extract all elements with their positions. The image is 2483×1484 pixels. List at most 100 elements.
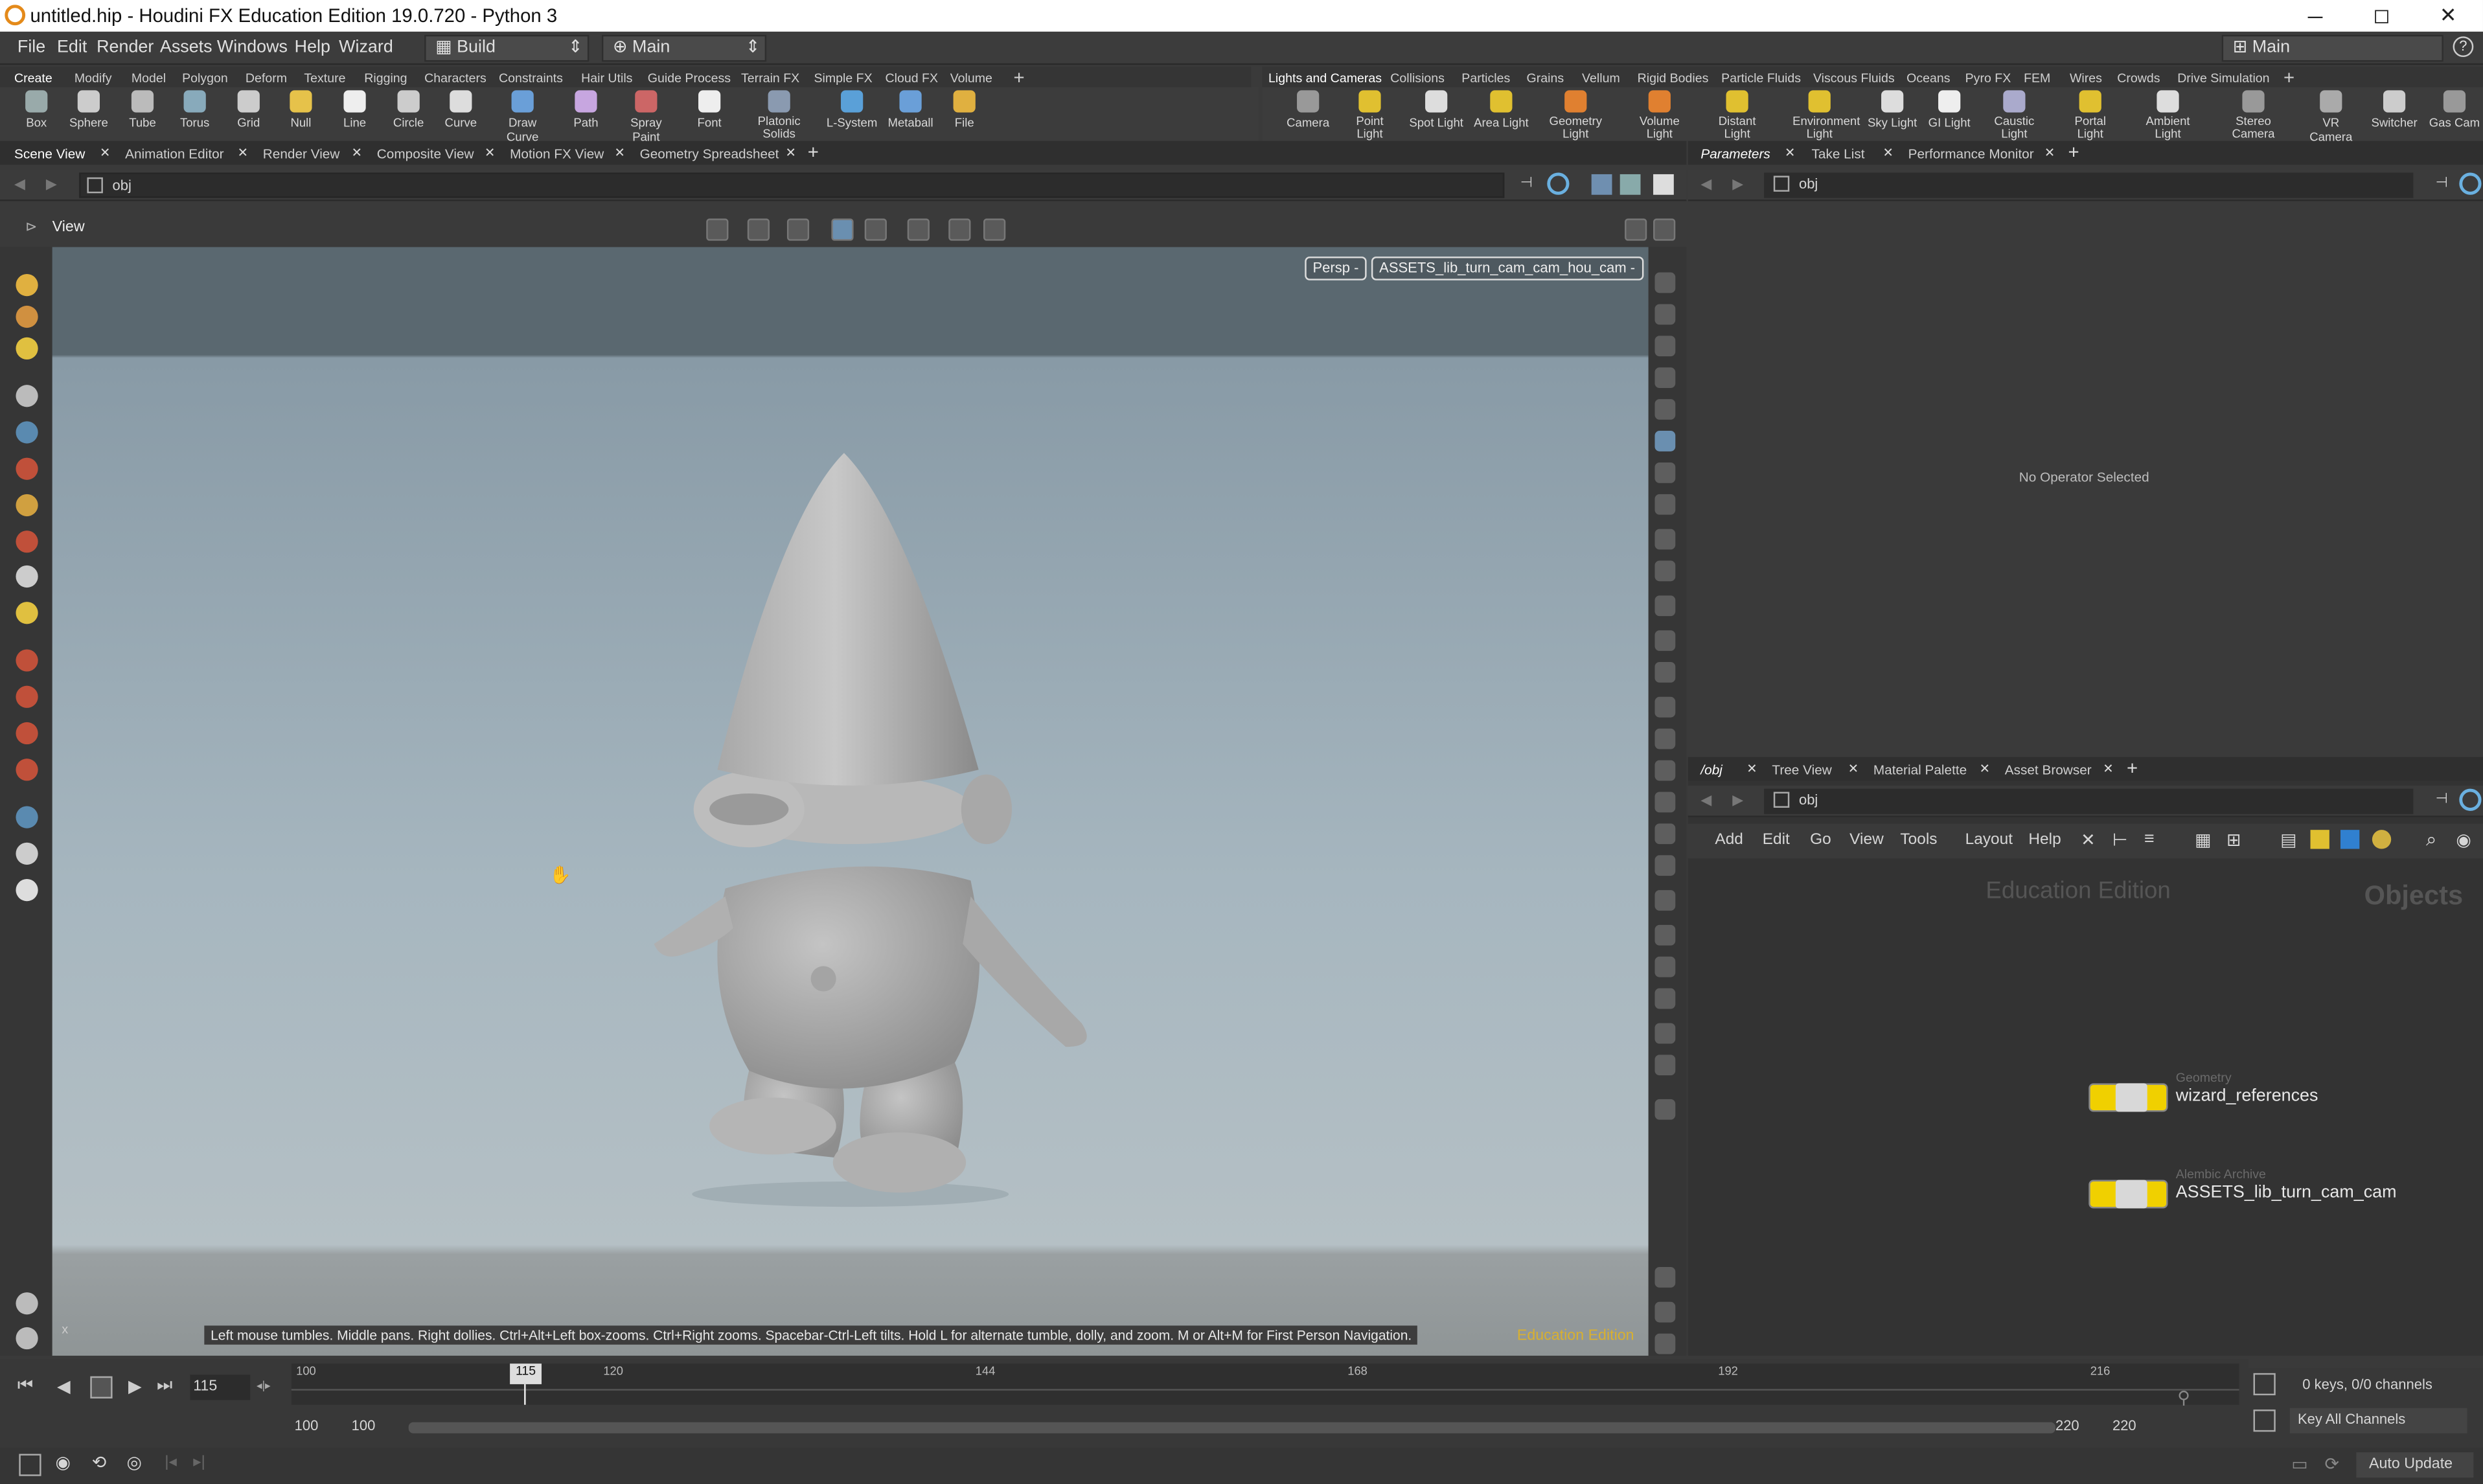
tool-environment-light[interactable]: Environment Light: [1789, 90, 1860, 141]
shelf-tab-fem[interactable]: FEM: [2024, 71, 2050, 86]
tool-caustic-light[interactable]: Caustic Light: [1984, 90, 2044, 141]
menu-tools[interactable]: Tools: [1900, 832, 1937, 849]
tool-line[interactable]: Line: [325, 90, 385, 130]
tab-composite-view[interactable]: Composite View: [377, 146, 474, 161]
forward-arrow-icon[interactable]: ▶: [1732, 792, 1743, 810]
viewport-option-icon[interactable]: [1654, 1055, 1676, 1076]
teapot-icon[interactable]: [16, 878, 38, 902]
camera-icon[interactable]: [864, 218, 887, 241]
tool-vr-camera[interactable]: VR Camera: [2301, 90, 2361, 144]
viewport-option-icon[interactable]: [1654, 956, 1676, 977]
add-tab-icon[interactable]: +: [2068, 141, 2079, 163]
back-arrow-icon[interactable]: ◀: [14, 176, 25, 193]
forward-arrow-icon[interactable]: ▶: [46, 176, 57, 193]
tool-stereo-camera[interactable]: Stereo Camera: [2223, 90, 2283, 141]
tool-platonic-solids[interactable]: Platonic Solids: [749, 90, 809, 141]
tool-tube[interactable]: Tube: [113, 90, 173, 130]
add-tab-icon[interactable]: +: [808, 141, 819, 163]
eye-icon[interactable]: ◉: [2456, 830, 2471, 850]
render-icon[interactable]: [983, 218, 1006, 241]
scene-viewport[interactable]: Persp - ASSETS_lib_turn_cam_cam_hou_cam …: [52, 247, 1649, 1356]
viewport-option-icon[interactable]: [1654, 595, 1676, 617]
tool-gi-light[interactable]: GI Light: [1919, 90, 1980, 130]
tool-null[interactable]: Null: [271, 90, 331, 130]
prev-key-icon[interactable]: |◂: [165, 1454, 177, 1472]
range-slider[interactable]: [408, 1422, 2055, 1433]
viewport-option-icon[interactable]: [1654, 988, 1676, 1009]
auto-update-button[interactable]: Auto Update: [2356, 1452, 2474, 1478]
close-icon[interactable]: ✕: [1883, 146, 1894, 160]
close-icon[interactable]: ✕: [485, 146, 495, 160]
view-label[interactable]: View: [52, 218, 85, 236]
grid-small-icon[interactable]: ⊞: [2226, 830, 2241, 850]
lock-icon[interactable]: [16, 421, 38, 444]
loop-icon[interactable]: ⟲: [92, 1452, 107, 1473]
tool-gas-cam[interactable]: Gas Cam: [2425, 90, 2483, 130]
persp-menu[interactable]: Persp -: [1305, 257, 1367, 280]
tool-sky-light[interactable]: Sky Light: [1862, 90, 1923, 130]
pin-icon[interactable]: ⊣: [2436, 790, 2448, 808]
tool-box[interactable]: Box: [6, 90, 67, 130]
search-icon[interactable]: ⌕: [2426, 828, 2436, 852]
tab-tree-view[interactable]: Tree View: [1772, 762, 1831, 777]
close-icon[interactable]: ✕: [1980, 762, 1990, 776]
tool-torus[interactable]: Torus: [165, 90, 225, 130]
viewport-option-icon[interactable]: [1654, 529, 1676, 550]
key-channels-icon[interactable]: [2253, 1410, 2276, 1432]
back-arrow-icon[interactable]: ◀: [1700, 792, 1711, 810]
shelf-tab-rigid-bodies[interactable]: Rigid Bodies: [1638, 71, 1709, 86]
tool-geometry-light[interactable]: Geometry Light: [1546, 90, 1606, 141]
wrench-icon[interactable]: ✕: [2081, 830, 2096, 850]
tab-scene-view[interactable]: Scene View: [14, 146, 85, 161]
shelf-tab-lights-and-cameras[interactable]: Lights and Cameras: [1268, 71, 1382, 86]
menu-go[interactable]: Go: [1810, 832, 1831, 849]
jump-end-button[interactable]: ⏭: [157, 1376, 172, 1397]
viewport-option-icon[interactable]: [1654, 823, 1676, 845]
shelf-tab-drive-simulation[interactable]: Drive Simulation: [2177, 71, 2269, 86]
step-icon[interactable]: ◂|▸: [257, 1380, 271, 1392]
tool-spot-light[interactable]: Spot Light: [1406, 90, 1467, 130]
tool-curve[interactable]: Curve: [431, 90, 491, 130]
tab-asset-browser[interactable]: Asset Browser: [2005, 762, 2092, 777]
link-icon[interactable]: [1547, 172, 1570, 195]
network-path-field[interactable]: obj: [1764, 788, 2414, 814]
shelf-tab-vellum[interactable]: Vellum: [1582, 71, 1620, 86]
paint-icon[interactable]: [16, 457, 38, 480]
close-icon[interactable]: ✕: [2103, 762, 2113, 776]
range-end2-field[interactable]: 220: [2112, 1417, 2144, 1433]
viewport-option-icon[interactable]: [1654, 1333, 1676, 1354]
select-icon[interactable]: [16, 385, 38, 407]
pose-icon[interactable]: [16, 305, 38, 328]
tab-take-list[interactable]: Take List: [1812, 146, 1865, 161]
tool-draw-curve[interactable]: Draw Curve: [492, 90, 553, 144]
tab-geometry-spreadsheet[interactable]: Geometry Spreadsheet: [640, 146, 779, 161]
tool-distant-light[interactable]: Distant Light: [1707, 90, 1767, 141]
viewport-option-icon[interactable]: [1654, 760, 1676, 781]
close-icon[interactable]: ✕: [1785, 146, 1795, 160]
tool-sphere[interactable]: Sphere: [58, 90, 119, 130]
global-anim-icon[interactable]: ◎: [127, 1452, 142, 1473]
menu-layout[interactable]: Layout: [1965, 832, 2013, 849]
close-icon[interactable]: ✕: [1746, 762, 1757, 776]
range-start2-field[interactable]: 100: [352, 1417, 383, 1433]
viewport-option-icon[interactable]: [1654, 890, 1676, 911]
camera-tool-icon[interactable]: [16, 842, 38, 865]
tool-portal-light[interactable]: Portal Light: [2060, 90, 2120, 141]
snap-icon[interactable]: [786, 218, 810, 241]
rig-icon[interactable]: [16, 565, 38, 588]
close-icon[interactable]: ✕: [238, 146, 248, 160]
shelf-tab-crowds[interactable]: Crowds: [2117, 71, 2160, 86]
flag-icon[interactable]: [2372, 830, 2392, 849]
viewport-option-icon[interactable]: [1654, 367, 1676, 389]
forward-arrow-icon[interactable]: ▶: [1732, 176, 1743, 193]
tab-render-view[interactable]: Render View: [263, 146, 340, 161]
viewport-option-icon[interactable]: [1654, 1023, 1676, 1044]
sculpt-icon[interactable]: [16, 494, 38, 517]
shelf-tab-particles[interactable]: Particles: [1461, 71, 1510, 86]
viewport-option-icon[interactable]: [1654, 462, 1676, 483]
current-frame-field[interactable]: 115: [190, 1375, 251, 1400]
translate-icon[interactable]: [16, 722, 38, 745]
tab-material-palette[interactable]: Material Palette: [1873, 762, 1967, 777]
range-end-field[interactable]: 220: [2055, 1417, 2087, 1433]
close-icon[interactable]: ✕: [2044, 146, 2055, 160]
